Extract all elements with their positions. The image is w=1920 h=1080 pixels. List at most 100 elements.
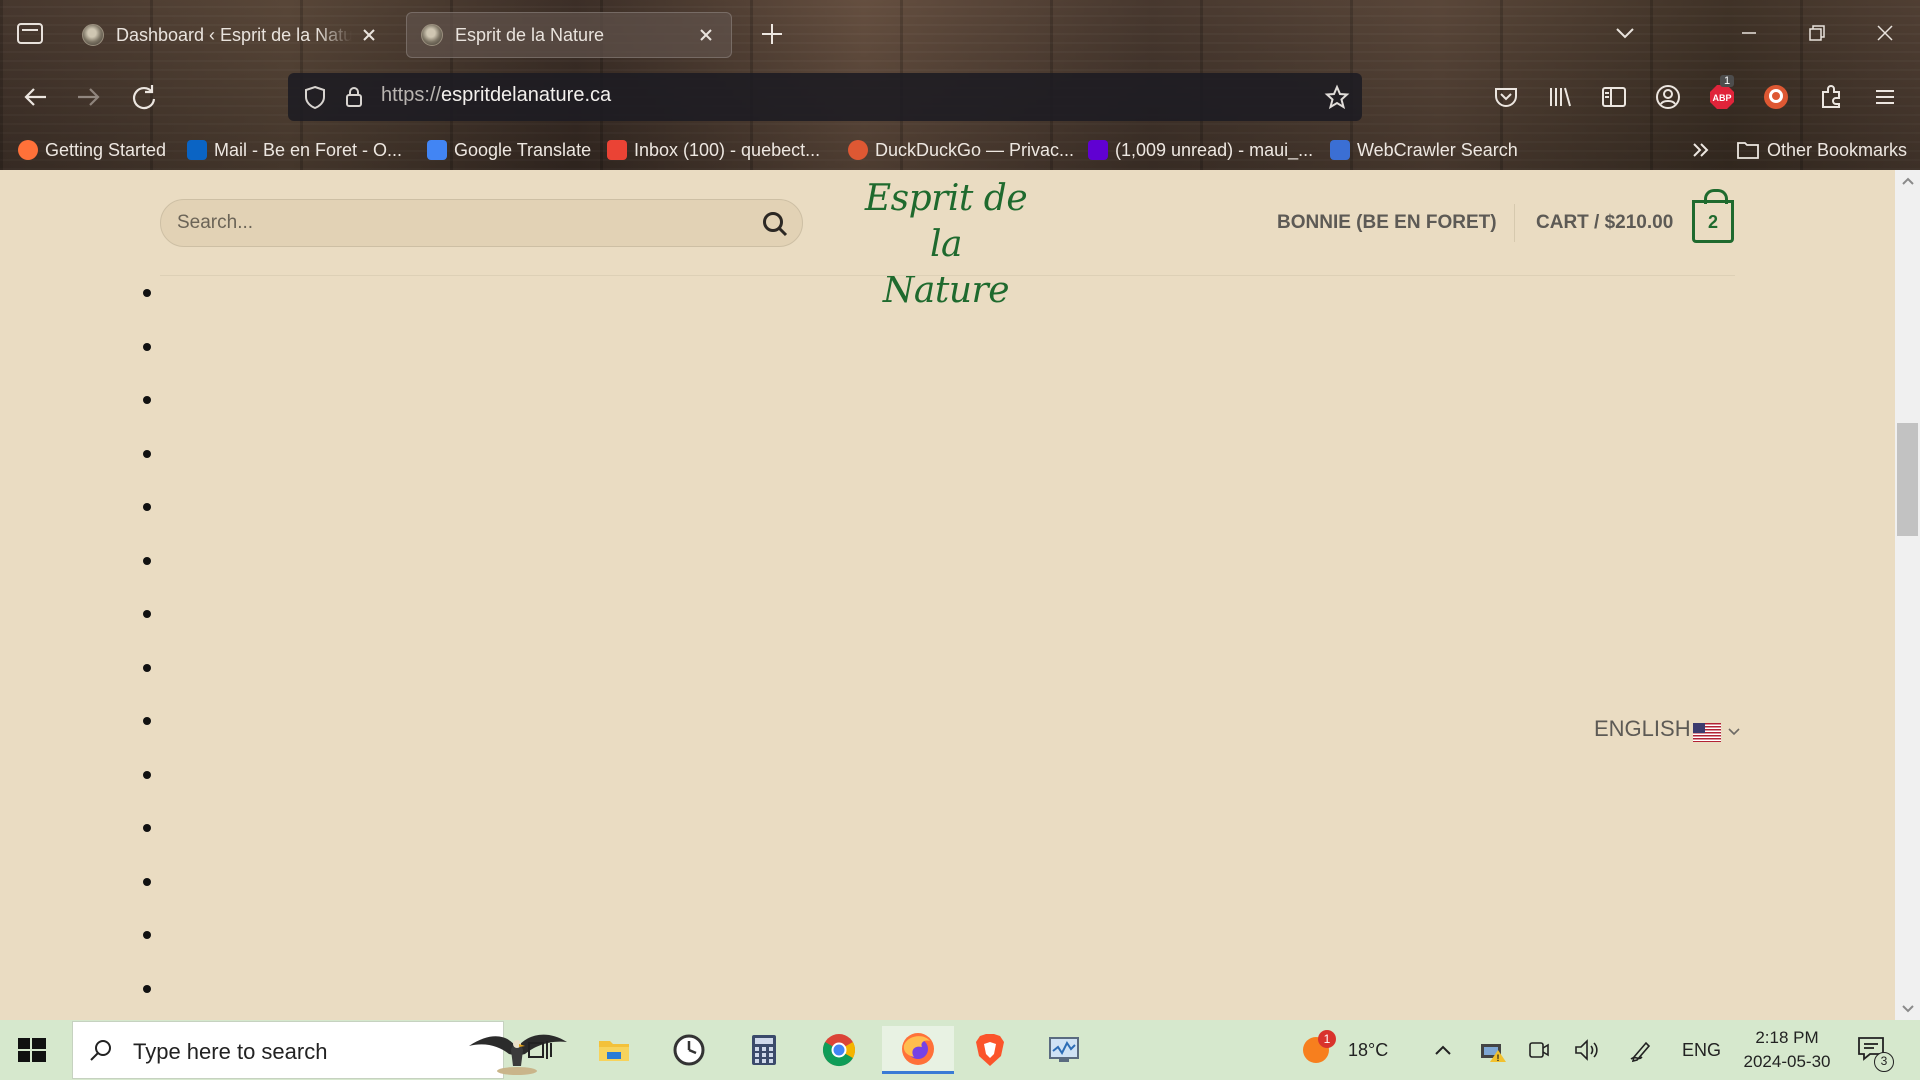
- browser-chrome: Dashboard ‹ Esprit de la Nature Esprit d…: [0, 0, 1920, 170]
- chrome-button[interactable]: [809, 1026, 869, 1074]
- url-scheme: https://: [381, 84, 442, 106]
- bookmark-item[interactable]: WebCrawler Search: [1330, 136, 1518, 164]
- adblock-count-badge: 1: [1720, 75, 1735, 87]
- pen-workspace-icon[interactable]: [1628, 1037, 1654, 1063]
- sidebar-icon[interactable]: [1597, 80, 1631, 114]
- svg-text:ABP: ABP: [1712, 93, 1731, 103]
- yahoo-mail-icon: [1088, 140, 1108, 160]
- cart-link[interactable]: CART / $210.00: [1536, 212, 1673, 234]
- clock-icon: [673, 1034, 705, 1066]
- navigation-bar: https://espritdelanature.ca ABP 1: [0, 66, 1920, 130]
- brave-icon: [976, 1034, 1004, 1066]
- adblock-plus-icon[interactable]: ABP 1: [1708, 75, 1736, 111]
- system-clock[interactable]: 2:18 PM 2024-05-30: [1732, 1026, 1842, 1074]
- tab-strip: Dashboard ‹ Esprit de la Nature Esprit d…: [0, 0, 1920, 66]
- bookmark-item[interactable]: DuckDuckGo — Privac...: [848, 136, 1074, 164]
- site-search-input[interactable]: [177, 200, 737, 246]
- close-window-icon[interactable]: [1868, 16, 1902, 50]
- back-arrow-icon[interactable]: [18, 80, 52, 114]
- list-all-tabs-icon[interactable]: [1608, 16, 1642, 50]
- language-switcher[interactable]: ENGLISH: [1594, 716, 1743, 742]
- meet-now-icon[interactable]: [1526, 1037, 1552, 1063]
- scroll-down-arrow-icon[interactable]: [1901, 1002, 1915, 1016]
- site-search-box: [160, 199, 803, 247]
- other-bookmarks-folder[interactable]: Other Bookmarks: [1736, 136, 1907, 164]
- monitor-app-button[interactable]: [1034, 1026, 1094, 1074]
- calculator-button[interactable]: [734, 1026, 794, 1074]
- menu-hamburger-icon[interactable]: [1868, 80, 1902, 114]
- close-tab-icon[interactable]: [695, 24, 717, 46]
- bookmark-item[interactable]: Getting Started: [18, 136, 166, 164]
- clock-app-button[interactable]: [659, 1026, 719, 1074]
- clock-time: 2:18 PM: [1755, 1028, 1819, 1047]
- bookmark-item[interactable]: Mail - Be en Foret - O...: [187, 136, 402, 164]
- file-explorer-button[interactable]: [584, 1026, 644, 1074]
- bookmark-item[interactable]: Inbox (100) - quebect...: [607, 136, 820, 164]
- network-warning-icon[interactable]: !: [1478, 1036, 1508, 1064]
- header-divider: [160, 275, 1735, 276]
- taskbar-search-box[interactable]: Type here to search: [72, 1021, 567, 1079]
- library-icon[interactable]: [1543, 80, 1577, 114]
- cart-count-badge[interactable]: 2: [1692, 189, 1734, 243]
- tab-title: Esprit de la Nature: [455, 24, 605, 45]
- windows-start-icon[interactable]: [14, 1034, 50, 1066]
- firefox-icon: [902, 1032, 934, 1065]
- site-logo[interactable]: Esprit de la Nature: [862, 176, 1030, 311]
- chrome-icon: [822, 1034, 856, 1067]
- logo-line-2: la Nature: [882, 224, 1010, 311]
- tab-dashboard[interactable]: Dashboard ‹ Esprit de la Nature: [68, 12, 394, 58]
- address-bar[interactable]: https://espritdelanature.ca: [288, 73, 1362, 121]
- weather-temperature: 18°C: [1348, 1039, 1389, 1060]
- weather-widget[interactable]: 1 18°C: [1300, 1020, 1388, 1080]
- tab-overview-icon[interactable]: [14, 18, 46, 48]
- calculator-icon: [752, 1035, 776, 1065]
- bookmark-label: Google Translate: [454, 139, 592, 160]
- monitor-icon: [1049, 1037, 1079, 1062]
- search-icon: [90, 1040, 111, 1061]
- restore-icon[interactable]: [1800, 16, 1834, 50]
- chevron-down-icon: [1728, 728, 1740, 736]
- tab-esprit-de-la-nature[interactable]: Esprit de la Nature: [406, 12, 732, 58]
- show-hidden-icons-chevron-icon[interactable]: [1432, 1040, 1454, 1062]
- taskbar-search-placeholder: Type here to search: [133, 1039, 328, 1064]
- firefox-button[interactable]: [882, 1026, 954, 1074]
- other-bookmarks-label: Other Bookmarks: [1767, 139, 1908, 160]
- header-separator: [1514, 204, 1515, 242]
- page-scrollbar[interactable]: [1895, 170, 1920, 1020]
- url-host: espritdelanature.ca: [441, 84, 612, 106]
- forward-arrow-icon[interactable]: [72, 80, 106, 114]
- more-bookmarks-chevron-icon[interactable]: [1690, 136, 1712, 164]
- outlook-icon: [187, 140, 207, 160]
- account-link[interactable]: BONNIE (BE EN FORET): [1277, 212, 1497, 234]
- input-language-indicator[interactable]: ENG: [1682, 1020, 1721, 1080]
- close-tab-icon[interactable]: [358, 24, 380, 46]
- scroll-up-arrow-icon[interactable]: [1901, 174, 1915, 188]
- bookmark-star-icon[interactable]: [1324, 84, 1350, 110]
- language-label: ENGLISH: [1594, 716, 1691, 741]
- search-icon[interactable]: [760, 209, 790, 239]
- account-icon[interactable]: [1651, 80, 1685, 114]
- bookmark-item[interactable]: (1,009 unread) - maui_...: [1088, 136, 1313, 164]
- volume-icon[interactable]: [1572, 1037, 1600, 1063]
- url-text[interactable]: https://espritdelanature.ca: [381, 84, 611, 107]
- web-page: Esprit de la Nature BONNIE (BE EN FORET)…: [0, 170, 1895, 1020]
- gmail-icon: [607, 140, 627, 160]
- lock-icon[interactable]: [341, 84, 367, 110]
- minimize-icon[interactable]: [1732, 16, 1766, 50]
- task-view-button[interactable]: [510, 1026, 570, 1074]
- pocket-icon[interactable]: [1489, 80, 1523, 114]
- bookmark-item[interactable]: Google Translate: [427, 136, 591, 164]
- logo-line-1: Esprit de: [864, 178, 1028, 219]
- duckduckgo-extension-icon[interactable]: [1762, 83, 1790, 111]
- new-tab-icon[interactable]: [758, 20, 786, 48]
- tracking-protection-shield-icon[interactable]: [302, 84, 328, 110]
- reload-icon[interactable]: [127, 80, 161, 114]
- weather-sun-icon: 1: [1300, 1030, 1336, 1066]
- google-translate-icon: [427, 140, 447, 160]
- extensions-puzzle-icon[interactable]: [1814, 80, 1848, 114]
- scrollbar-thumb[interactable]: [1897, 423, 1918, 536]
- tab-title: Dashboard ‹ Esprit de la Nature: [116, 24, 352, 45]
- site-favicon-icon: [82, 24, 104, 46]
- brave-button[interactable]: [960, 1026, 1020, 1074]
- notification-center-button[interactable]: 3: [1856, 1034, 1894, 1072]
